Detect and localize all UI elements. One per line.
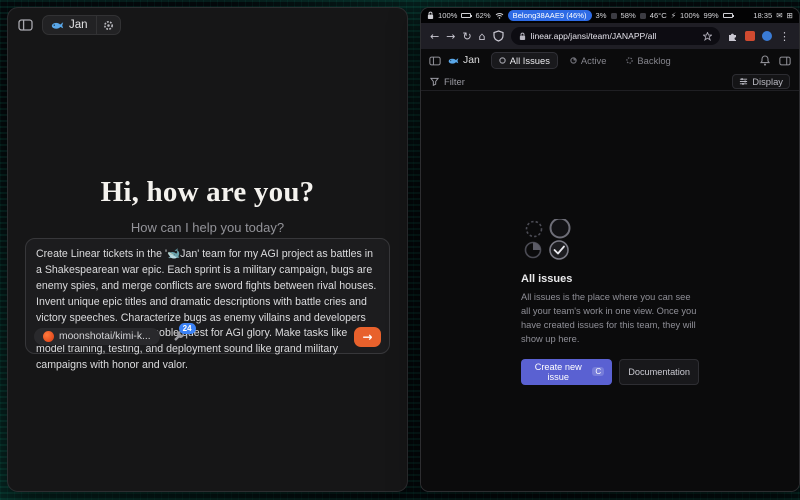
empty-state-title: All issues (521, 273, 699, 285)
sidebar-toggle-button[interactable] (18, 19, 33, 31)
send-button[interactable]: → (354, 327, 381, 347)
mail-icon: ✉ (776, 12, 782, 20)
tools-button[interactable]: 24 (172, 330, 185, 343)
gear-icon (103, 20, 114, 31)
sidebar-toggle-icon (18, 19, 33, 31)
tab-all-issues[interactable]: All Issues (491, 52, 558, 69)
linear-app: Jan All Issues Active (421, 49, 799, 491)
menu-button[interactable]: ⋮ (779, 31, 790, 42)
tools-count-badge: 24 (179, 323, 196, 334)
view-tabs: All Issues Active Backlog (491, 52, 679, 69)
filter-button[interactable]: Filter (430, 76, 465, 87)
side-panel-icon[interactable] (779, 56, 791, 66)
display-button[interactable]: Display (732, 74, 790, 89)
documentation-button[interactable]: Documentation (619, 359, 699, 385)
address-bar[interactable]: linear.app/jansi/team/JANAPP/all (511, 27, 720, 45)
display-sliders-icon (739, 77, 748, 86)
status-battery-main: 100% (438, 11, 457, 20)
empty-state-actions: Create new issue C Documentation (521, 359, 699, 385)
team-name: Jan (69, 19, 88, 31)
linear-header: Jan All Issues Active (421, 49, 799, 72)
jan-team-selector[interactable]: Jan (42, 15, 121, 35)
linear-team-label[interactable]: Jan (448, 55, 480, 66)
jan-titlebar: Jan (8, 8, 407, 42)
clock: 18:35 (753, 11, 772, 20)
tab-label: All Issues (510, 55, 550, 66)
shield-icon (493, 30, 504, 42)
tab-label: Active (581, 55, 607, 66)
active-icon (570, 57, 577, 64)
filter-label: Filter (444, 76, 465, 87)
status-stat-1: 3% (596, 11, 607, 20)
forward-button[interactable]: → (446, 31, 455, 42)
apps-grid-icon: ⊞ (787, 12, 793, 20)
network-name-pill: Belong38AAE9 (46%) (508, 10, 592, 21)
issue-status-illustration (521, 219, 579, 261)
prompt-text[interactable]: Create Linear tickets in the '🐋Jan' team… (36, 247, 379, 374)
whale-icon (448, 56, 459, 65)
status-app-icon (640, 13, 646, 19)
android-status-bar: 100% 62% Belong38AAE9 (46%) 3% 58% 46°C … (421, 8, 799, 23)
home-button[interactable]: ⌂ (479, 31, 486, 42)
greeting-block: Hi, how are you? How can I help you toda… (8, 176, 407, 235)
display-label: Display (752, 76, 783, 87)
linear-sidebar-toggle[interactable] (429, 56, 441, 66)
create-new-issue-label: Create new issue (529, 362, 587, 382)
status-battery-right: 99% (703, 11, 718, 20)
status-stat-2: 58% (621, 11, 636, 20)
extension-blue-icon[interactable] (762, 31, 772, 41)
wifi-icon (495, 12, 504, 19)
status-charge: 100% (680, 11, 699, 20)
prompt-controls: moonshotai/kimi-k... 24 → (34, 326, 381, 347)
empty-state: All issues All issues is the place where… (521, 219, 699, 385)
lock-status-icon (427, 11, 434, 20)
settings-gear-button[interactable] (96, 16, 120, 34)
linear-team-name: Jan (463, 55, 480, 66)
model-name: moonshotai/kimi-k... (59, 331, 151, 342)
linear-content: All issues All issues is the place where… (421, 91, 799, 491)
refresh-button[interactable]: ↻ (462, 31, 471, 42)
greeting-title: Hi, how are you? (8, 176, 407, 209)
tab-active[interactable]: Active (562, 52, 615, 69)
desktop: Jan Hi, how are you? How can I help you … (0, 0, 800, 500)
backlog-icon (626, 57, 633, 64)
browser-window: 100% 62% Belong38AAE9 (46%) 3% 58% 46°C … (421, 8, 799, 491)
notifications-bell-icon[interactable] (760, 55, 770, 66)
shortcut-key-badge: C (592, 367, 604, 376)
shield-button[interactable] (493, 30, 504, 42)
battery-icon (723, 13, 733, 18)
whale-icon (51, 20, 64, 30)
charging-bolt-icon: ⚡ (671, 12, 676, 20)
jan-app-window: Jan Hi, how are you? How can I help you … (8, 8, 407, 491)
url-text: linear.app/jansi/team/JANAPP/all (531, 31, 698, 41)
prompt-input-card[interactable]: Create Linear tickets in the '🐋Jan' team… (25, 238, 390, 354)
tab-label: Backlog (637, 55, 670, 66)
model-provider-icon (43, 331, 54, 342)
send-arrow-icon: → (362, 331, 372, 343)
create-new-issue-button[interactable]: Create new issue C (521, 359, 612, 385)
greeting-subtitle: How can I help you today? (8, 220, 407, 235)
status-temperature: 46°C (650, 11, 667, 20)
all-issues-icon (499, 57, 506, 64)
browser-toolbar: ← → ↻ ⌂ linear.app/jansi/team/JANAPP/all (421, 23, 799, 49)
empty-state-description: All issues is the place where you can se… (521, 291, 699, 347)
status-battery-secondary: 62% (475, 11, 490, 20)
extension-red-icon[interactable] (745, 31, 755, 41)
model-selector[interactable]: moonshotai/kimi-k... (34, 328, 160, 345)
filter-funnel-icon (430, 77, 439, 86)
extensions-puzzle-icon[interactable] (727, 31, 738, 42)
status-app-icon (611, 13, 617, 19)
lock-icon (519, 32, 526, 41)
filter-bar: Filter Display (421, 72, 799, 91)
battery-icon (461, 13, 471, 18)
tab-backlog[interactable]: Backlog (618, 52, 678, 69)
back-button[interactable]: ← (430, 31, 439, 42)
bookmark-star-icon[interactable] (703, 32, 712, 41)
